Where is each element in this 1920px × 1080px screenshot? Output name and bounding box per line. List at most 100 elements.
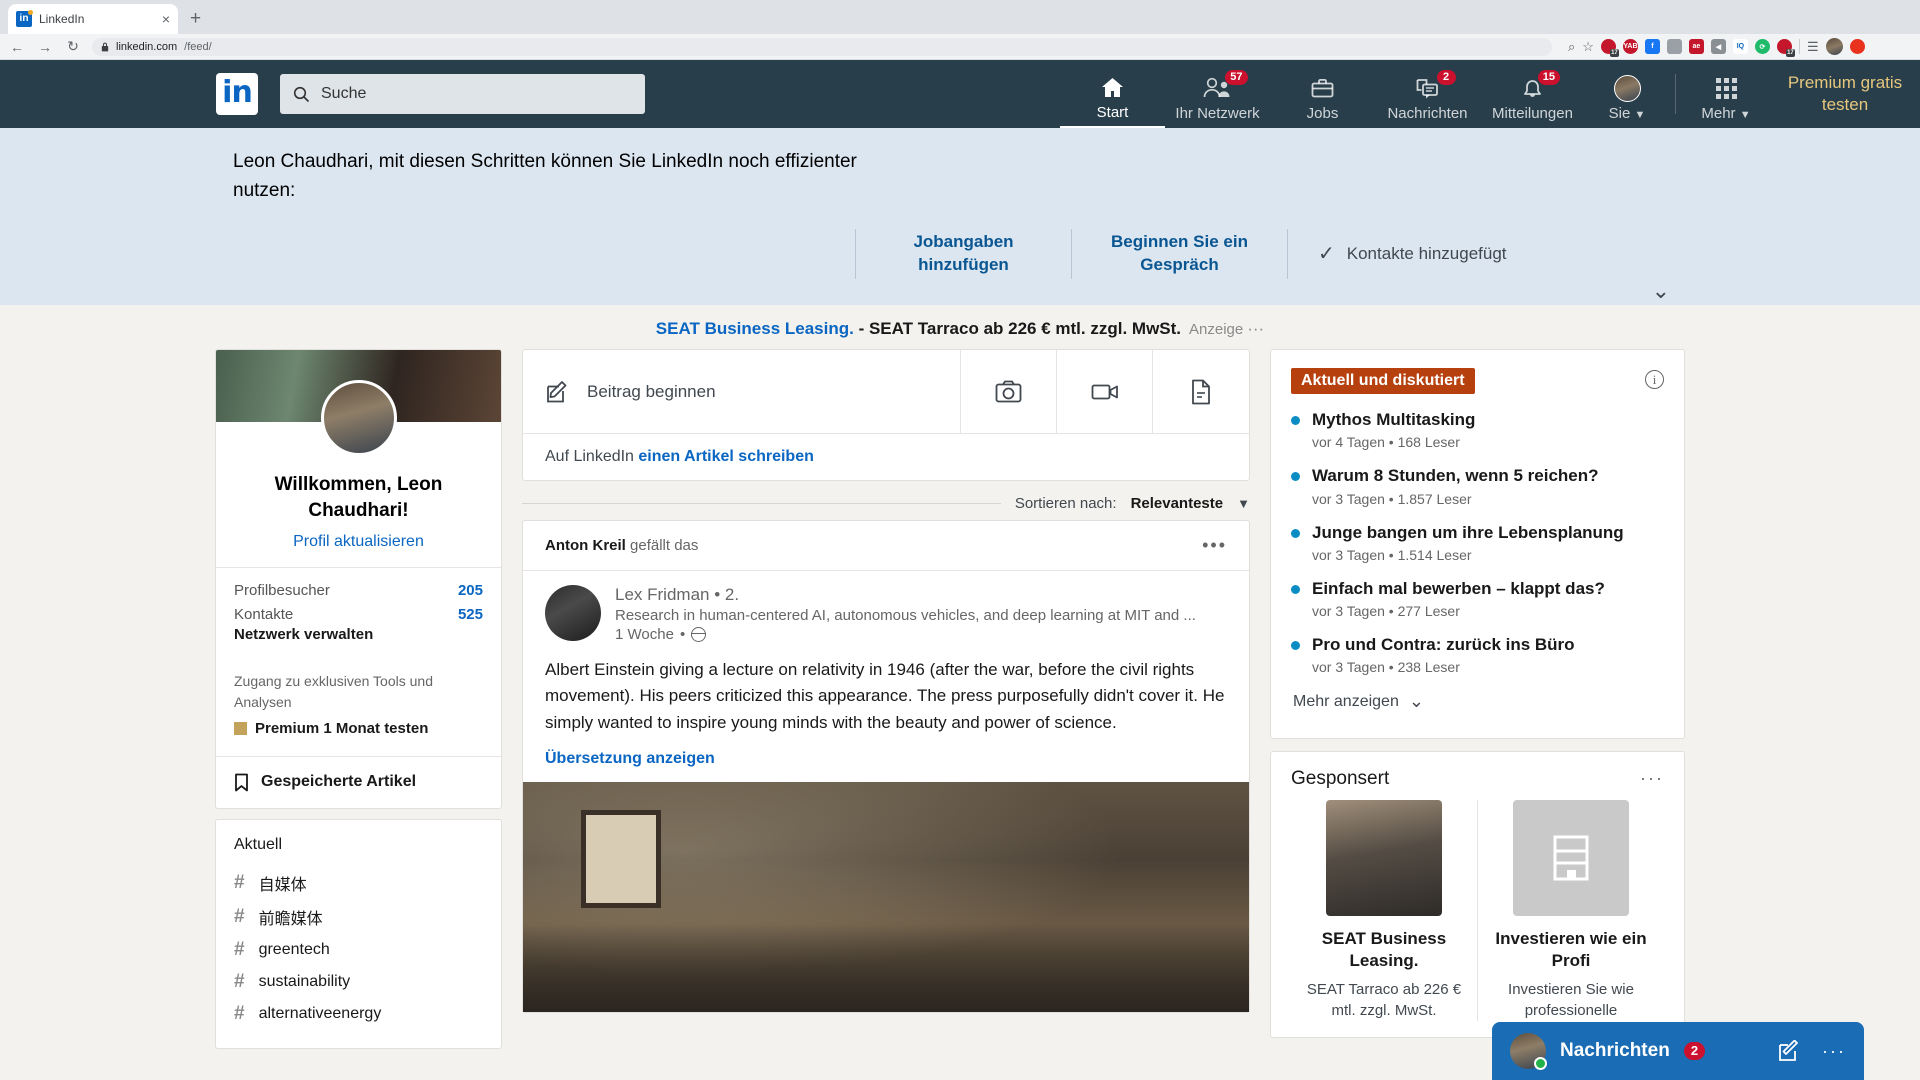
ad-text: - SEAT Tarraco ab 226 € mtl. zzgl. MwSt. bbox=[853, 319, 1182, 338]
chevron-down-icon[interactable]: ▼ bbox=[1237, 496, 1250, 511]
compose-icon[interactable] bbox=[1778, 1040, 1800, 1062]
browser-profile-avatar[interactable] bbox=[1825, 38, 1843, 55]
saved-articles-link[interactable]: Gespeicherte Artikel bbox=[216, 755, 501, 808]
sponsored-item[interactable]: Investieren wie ein Profi Investieren Si… bbox=[1477, 800, 1664, 1021]
stat-profile-viewers[interactable]: Profilbesucher 205 bbox=[234, 582, 483, 599]
hashtag-card-title: Aktuell bbox=[234, 835, 283, 853]
banner-action-add-job-details[interactable]: Jobangaben hinzufügen bbox=[856, 231, 1071, 277]
ext-yab-icon[interactable]: YAB bbox=[1622, 39, 1638, 54]
profile-cover-image[interactable] bbox=[216, 350, 501, 456]
add-video-button[interactable] bbox=[1057, 350, 1153, 433]
avatar[interactable] bbox=[320, 380, 397, 456]
nav-item-start[interactable]: Start bbox=[1060, 60, 1165, 128]
linkedin-global-nav: in Suche Start 57 Ihr Netzwerk Jobs 2 Na… bbox=[0, 60, 1920, 128]
post-context-actor: Anton Kreil bbox=[545, 537, 626, 554]
sponsored-thumbnail bbox=[1326, 800, 1442, 917]
stat-connections[interactable]: Kontakte 525 bbox=[234, 606, 483, 623]
banner-action-start-conversation[interactable]: Beginnen Sie ein Gespräch bbox=[1072, 231, 1287, 277]
news-meta: vor 4 Tagen • 168 Leser bbox=[1312, 434, 1460, 451]
ext-iq-icon[interactable]: IQ bbox=[1732, 39, 1748, 54]
avatar[interactable] bbox=[545, 585, 601, 641]
back-icon[interactable]: ← bbox=[8, 39, 26, 55]
hash-icon: # bbox=[234, 905, 245, 927]
close-icon[interactable]: × bbox=[162, 11, 170, 27]
news-item[interactable]: Warum 8 Stunden, wenn 5 reichen? vor 3 Ta… bbox=[1291, 465, 1664, 507]
ext-pocket-icon[interactable]: ◀ bbox=[1710, 39, 1726, 54]
nav-item-messaging[interactable]: 2 Nachrichten bbox=[1375, 60, 1480, 128]
nav-items: Start 57 Ihr Netzwerk Jobs 2 Nachrichten bbox=[1060, 60, 1920, 128]
chevron-down-icon[interactable]: ⌄ bbox=[1652, 278, 1670, 304]
ext-green-refresh-icon[interactable]: ⟳ bbox=[1754, 39, 1770, 54]
feed-sort-control[interactable]: Sortieren nach: Relevanteste ▼ bbox=[522, 495, 1250, 512]
nav-badge: 2 bbox=[1436, 69, 1456, 85]
post-menu-icon[interactable]: ••• bbox=[1202, 535, 1227, 556]
ext-alarm-red-icon[interactable]: 17 bbox=[1776, 39, 1795, 57]
sponsored-card: Gesponsert ··· SEAT Business Leasing. SE… bbox=[1270, 751, 1685, 1038]
sponsored-name: SEAT Business Leasing. bbox=[1321, 929, 1447, 971]
news-item[interactable]: Einfach mal bewerben – klappt das? vor 3 … bbox=[1291, 578, 1664, 619]
bookmark-star-icon[interactable]: ☆ bbox=[1582, 39, 1594, 55]
hashtag-item[interactable]: # 自媒体 bbox=[234, 866, 483, 900]
write-article-link[interactable]: einen Artikel schreiben bbox=[638, 448, 813, 465]
show-translation-link[interactable]: Übersetzung anzeigen bbox=[523, 736, 1249, 782]
browser-tab[interactable]: in LinkedIn × bbox=[8, 4, 178, 34]
ext-ae-icon[interactable]: ae bbox=[1688, 39, 1704, 54]
update-profile-link[interactable]: Profil aktualisieren bbox=[230, 533, 487, 551]
extension-row: ⌕ ☆ 17 YAB f ae ◀ IQ ⟳ 17 ☰ bbox=[1562, 38, 1865, 57]
show-more-news-button[interactable]: Mehr anzeigen ⌄ bbox=[1291, 675, 1664, 728]
search-input[interactable]: Suche bbox=[280, 74, 645, 114]
post-context-text: gefällt das bbox=[625, 537, 699, 554]
feed-column: Beitrag beginnen Auf LinkedIn einen Arti… bbox=[522, 349, 1250, 1014]
messaging-title: Nachrichten bbox=[1560, 1040, 1670, 1061]
messaging-more-icon[interactable]: ··· bbox=[1822, 1041, 1846, 1062]
premium-trial-cta[interactable]: Premium 1 Monat testen bbox=[234, 718, 483, 740]
post-context-header: Anton Kreil gefällt das ••• bbox=[523, 521, 1249, 571]
network-icon: 57 bbox=[1203, 69, 1248, 102]
ext-calendar-red-icon[interactable]: 17 bbox=[1600, 39, 1619, 57]
ext-facebook-icon[interactable]: f bbox=[1644, 39, 1660, 54]
hashtag-item[interactable]: # sustainability bbox=[234, 966, 483, 998]
hashtag-item[interactable]: # alternativeenergy bbox=[234, 998, 483, 1030]
hash-icon: # bbox=[234, 938, 245, 960]
reading-list-icon[interactable]: ☰ bbox=[1807, 39, 1819, 55]
add-document-button[interactable] bbox=[1153, 350, 1249, 433]
hashtag-item[interactable]: # 前瞻媒体 bbox=[234, 900, 483, 934]
toolbar-divider bbox=[1798, 39, 1800, 54]
reload-icon[interactable]: ↻ bbox=[64, 38, 82, 55]
linkedin-news-card: Aktuell und diskutiert i Mythos Multitas… bbox=[1270, 349, 1685, 740]
nav-divider bbox=[1675, 74, 1676, 114]
start-post-button[interactable]: Beitrag beginnen bbox=[523, 350, 961, 433]
browser-menu-icon[interactable] bbox=[1849, 39, 1865, 54]
nav-item-me[interactable]: Sie ▼ bbox=[1585, 60, 1669, 128]
zoom-icon[interactable]: ⌕ bbox=[1568, 39, 1575, 55]
new-tab-button[interactable]: + bbox=[190, 8, 201, 30]
hashtag-item[interactable]: # greentech bbox=[234, 934, 483, 966]
premium-trial-link[interactable]: Premium gratis testen bbox=[1770, 60, 1920, 128]
news-item[interactable]: Junge bangen um ihre Lebensplanung vor 3 … bbox=[1291, 522, 1664, 563]
post-image[interactable] bbox=[523, 782, 1249, 1013]
nav-item-notifications[interactable]: 15 Mitteilungen bbox=[1480, 60, 1585, 128]
ad-link[interactable]: SEAT Business Leasing. bbox=[656, 319, 854, 338]
add-photo-button[interactable] bbox=[961, 350, 1057, 433]
sponsored-item[interactable]: SEAT Business Leasing. SEAT Tarraco ab 2… bbox=[1291, 800, 1477, 1021]
news-meta: vor 3 Tagen • 1.514 Leser bbox=[1312, 546, 1472, 563]
forward-icon[interactable]: → bbox=[36, 39, 54, 55]
write-article-prefix: Auf LinkedIn bbox=[545, 448, 639, 465]
post-author-name[interactable]: Lex Fridman • 2. bbox=[615, 585, 1196, 605]
news-headline: Mythos Multitasking bbox=[1312, 410, 1476, 429]
url-path: /feed/ bbox=[184, 40, 212, 53]
news-item[interactable]: Mythos Multitasking vor 4 Tagen • 168 Les… bbox=[1291, 409, 1664, 450]
sponsored-menu-icon[interactable]: ··· bbox=[1640, 768, 1664, 789]
nav-item-jobs[interactable]: Jobs bbox=[1270, 60, 1375, 128]
nav-item-network[interactable]: 57 Ihr Netzwerk bbox=[1165, 60, 1270, 128]
ext-grey-tool-icon[interactable] bbox=[1666, 39, 1682, 54]
ad-menu-icon[interactable]: ··· bbox=[1247, 319, 1264, 338]
linkedin-logo-icon[interactable]: in bbox=[216, 73, 258, 115]
info-icon[interactable]: i bbox=[1645, 370, 1664, 389]
top-ad-strip: SEAT Business Leasing. - SEAT Tarraco ab… bbox=[0, 305, 1920, 349]
address-bar[interactable]: linkedin.com/feed/ bbox=[92, 37, 1552, 56]
manage-network-link[interactable]: Netzwerk verwalten bbox=[234, 626, 483, 643]
nav-item-more[interactable]: Mehr ▼ bbox=[1682, 60, 1770, 128]
news-item[interactable]: Pro und Contra: zurück ins Büro vor 3 Tag… bbox=[1291, 634, 1664, 675]
messaging-bar[interactable]: Nachrichten 2 ··· bbox=[1492, 1022, 1864, 1080]
